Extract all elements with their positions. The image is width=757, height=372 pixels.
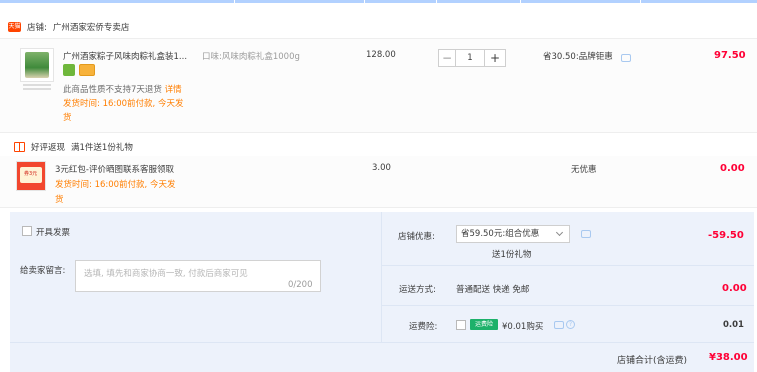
chevron-down-icon <box>555 228 564 237</box>
shipping-amount: 0.00 <box>722 283 747 294</box>
options-divider <box>381 212 382 342</box>
return-detail-link[interactable]: 详情 <box>165 85 182 95</box>
product-sku: 口味:风味肉粽礼盒1000g <box>202 52 300 62</box>
quantity-minus-button[interactable]: − <box>438 49 456 67</box>
shop-label: 店铺: <box>27 23 47 33</box>
service-badge-icon[interactable] <box>63 64 75 76</box>
product-title-link[interactable]: 广州酒家粽子风味肉粽礼盒装1... <box>63 50 187 62</box>
help-icon[interactable]: ? <box>566 320 575 329</box>
header-tick <box>520 0 521 3</box>
header-tick <box>234 0 235 3</box>
shop-discount-label: 店铺优惠: <box>398 232 435 242</box>
insurance-amount: 0.01 <box>723 320 744 330</box>
invoice-label: 开具发票 <box>36 228 71 238</box>
item-subtotal: 97.50 <box>714 50 746 61</box>
return-notice: 此商品性质不支持7天退货 <box>63 85 162 95</box>
insurance-checkbox[interactable] <box>456 320 466 330</box>
gift-thumbnail[interactable]: 券3元 <box>16 161 46 191</box>
quantity-input[interactable]: 1 <box>456 49 484 67</box>
shipping-value: 普通配送 快递 免邮 <box>456 285 530 295</box>
header-divider <box>0 0 757 3</box>
gift-ship-line1: 发货时间: 16:00前付款, 今天发 <box>55 180 176 190</box>
shop-discount-value: 省59.50元:组合优惠 <box>461 229 540 239</box>
tmall-icon: 天猫 <box>8 22 21 32</box>
gift-header: 好评返现 满1件送1份礼物 <box>14 141 133 153</box>
shop-row: 天猫 店铺: 广州酒家宏侨专卖店 <box>8 19 129 35</box>
chat-icon[interactable] <box>621 54 631 62</box>
ship-time-line2: 货 <box>63 113 72 123</box>
product-thumbnail-caption <box>20 82 54 90</box>
shop-name-link[interactable]: 广州酒家宏侨专卖店 <box>53 21 130 33</box>
item-discount: 省30.50:品牌钜惠 <box>543 52 613 62</box>
insurance-badge: 运费险 <box>470 319 498 330</box>
shop-discount-select[interactable]: 省59.50元:组合优惠 <box>456 225 570 243</box>
shop-total-label: 店铺合计(含运费) <box>617 356 688 366</box>
card-badge-icon[interactable] <box>79 64 95 76</box>
insurance-chat-icon[interactable] <box>554 321 564 329</box>
gift-promo-text: 满1件送1份礼物 <box>71 143 133 153</box>
header-tick <box>436 0 437 3</box>
unit-price: 128.00 <box>366 50 396 60</box>
header-tick <box>640 0 641 3</box>
options-divider <box>381 305 754 306</box>
discount-info-icon[interactable] <box>581 230 591 238</box>
gift-discount: 无优惠 <box>571 165 597 175</box>
gift-thumbnail-text: 券3元 <box>24 171 38 177</box>
invoice-checkbox[interactable] <box>22 226 32 236</box>
options-divider <box>10 342 754 343</box>
gift-price: 3.00 <box>372 163 391 173</box>
order-options-panel <box>10 212 754 372</box>
gift-ship-line2: 货 <box>55 195 64 205</box>
message-counter: 0/200 <box>288 280 313 290</box>
insurance-value: ¥0.01购买 <box>502 322 544 332</box>
shop-discount-amount: -59.50 <box>708 230 744 241</box>
insurance-label: 运费险: <box>409 322 438 332</box>
quantity-plus-button[interactable]: + <box>484 49 506 67</box>
gift-title[interactable]: 3元红包-评价晒图联系客服领取 <box>55 163 174 175</box>
header-tick <box>364 0 365 3</box>
ship-time-line1: 发货时间: 16:00前付款, 今天发 <box>63 99 184 109</box>
product-thumbnail[interactable] <box>20 48 54 82</box>
message-label: 给卖家留言: <box>20 266 66 276</box>
message-placeholder: 选填, 填先和商家协商一致, 付款后商家可见 <box>84 269 248 279</box>
gift-header-label: 好评返现 <box>31 143 66 153</box>
shop-total-amount: ¥38.00 <box>709 352 748 363</box>
gift-icon <box>14 142 25 152</box>
options-divider <box>381 265 754 266</box>
shop-discount-note: 送1份礼物 <box>492 250 532 260</box>
gift-subtotal: 0.00 <box>720 163 745 174</box>
seller-message-input[interactable]: 选填, 填先和商家协商一致, 付款后商家可见 0/200 <box>75 260 321 292</box>
shipping-label: 运送方式: <box>399 285 436 295</box>
